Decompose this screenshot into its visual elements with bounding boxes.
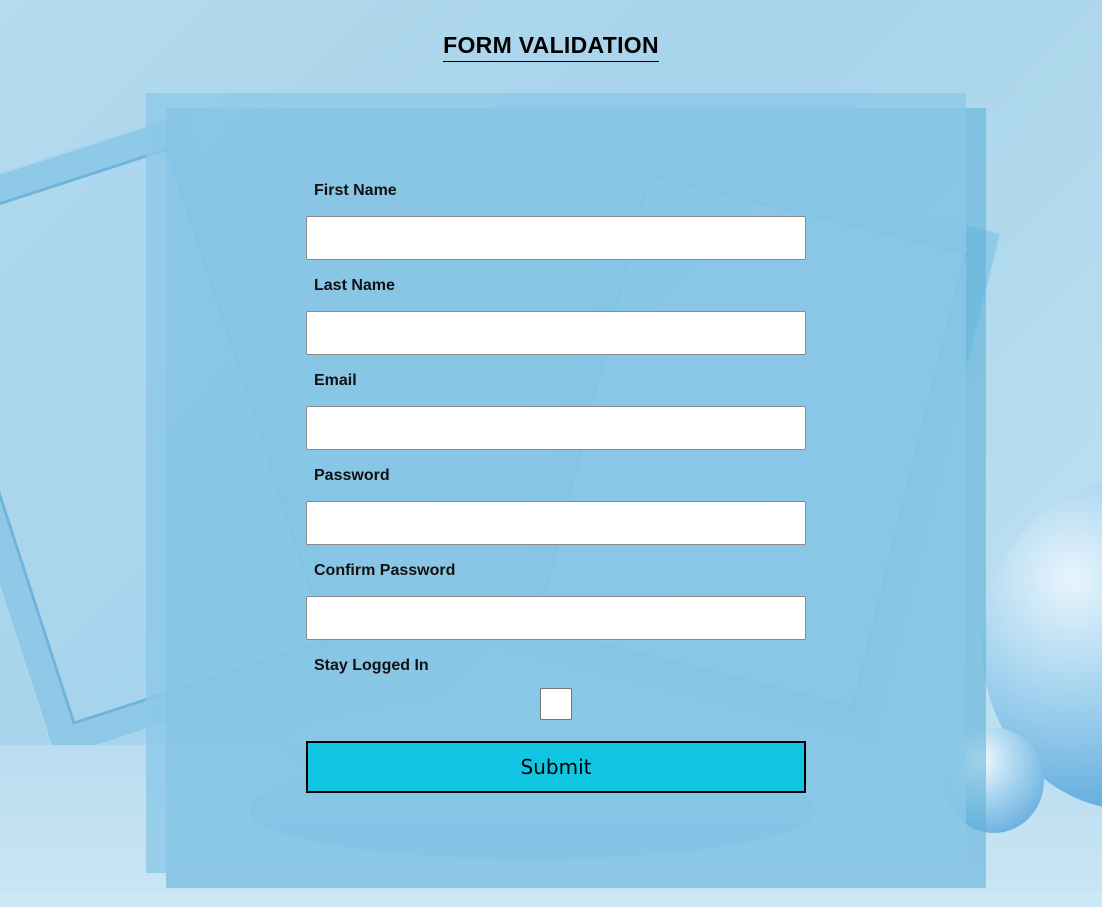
stay-logged-in-label: Stay Logged In bbox=[314, 657, 429, 674]
password-label: Password bbox=[314, 467, 390, 484]
last-name-label: Last Name bbox=[314, 277, 395, 294]
confirm-password-label: Confirm Password bbox=[314, 562, 456, 579]
first-name-label: First Name bbox=[314, 182, 397, 199]
first-name-input[interactable] bbox=[306, 216, 806, 260]
email-group: Email bbox=[306, 368, 806, 463]
last-name-input[interactable] bbox=[306, 311, 806, 355]
stay-logged-in-group: Stay Logged In bbox=[306, 653, 806, 748]
confirm-password-input[interactable] bbox=[306, 596, 806, 640]
decorative-bottom-strip bbox=[0, 893, 1102, 907]
password-group: Password bbox=[306, 463, 806, 558]
password-input[interactable] bbox=[306, 501, 806, 545]
submit-button[interactable]: Submit bbox=[306, 741, 806, 793]
page-title: FORM VALIDATION bbox=[443, 32, 659, 62]
last-name-group: Last Name bbox=[306, 273, 806, 368]
first-name-group: First Name bbox=[306, 178, 806, 273]
email-label: Email bbox=[314, 372, 357, 389]
signup-form: First Name Last Name Email Password Conf… bbox=[306, 178, 806, 748]
confirm-password-group: Confirm Password bbox=[306, 558, 806, 653]
stay-logged-in-checkbox[interactable] bbox=[540, 688, 572, 720]
email-input[interactable] bbox=[306, 406, 806, 450]
page-title-container: FORM VALIDATION bbox=[0, 32, 1102, 62]
